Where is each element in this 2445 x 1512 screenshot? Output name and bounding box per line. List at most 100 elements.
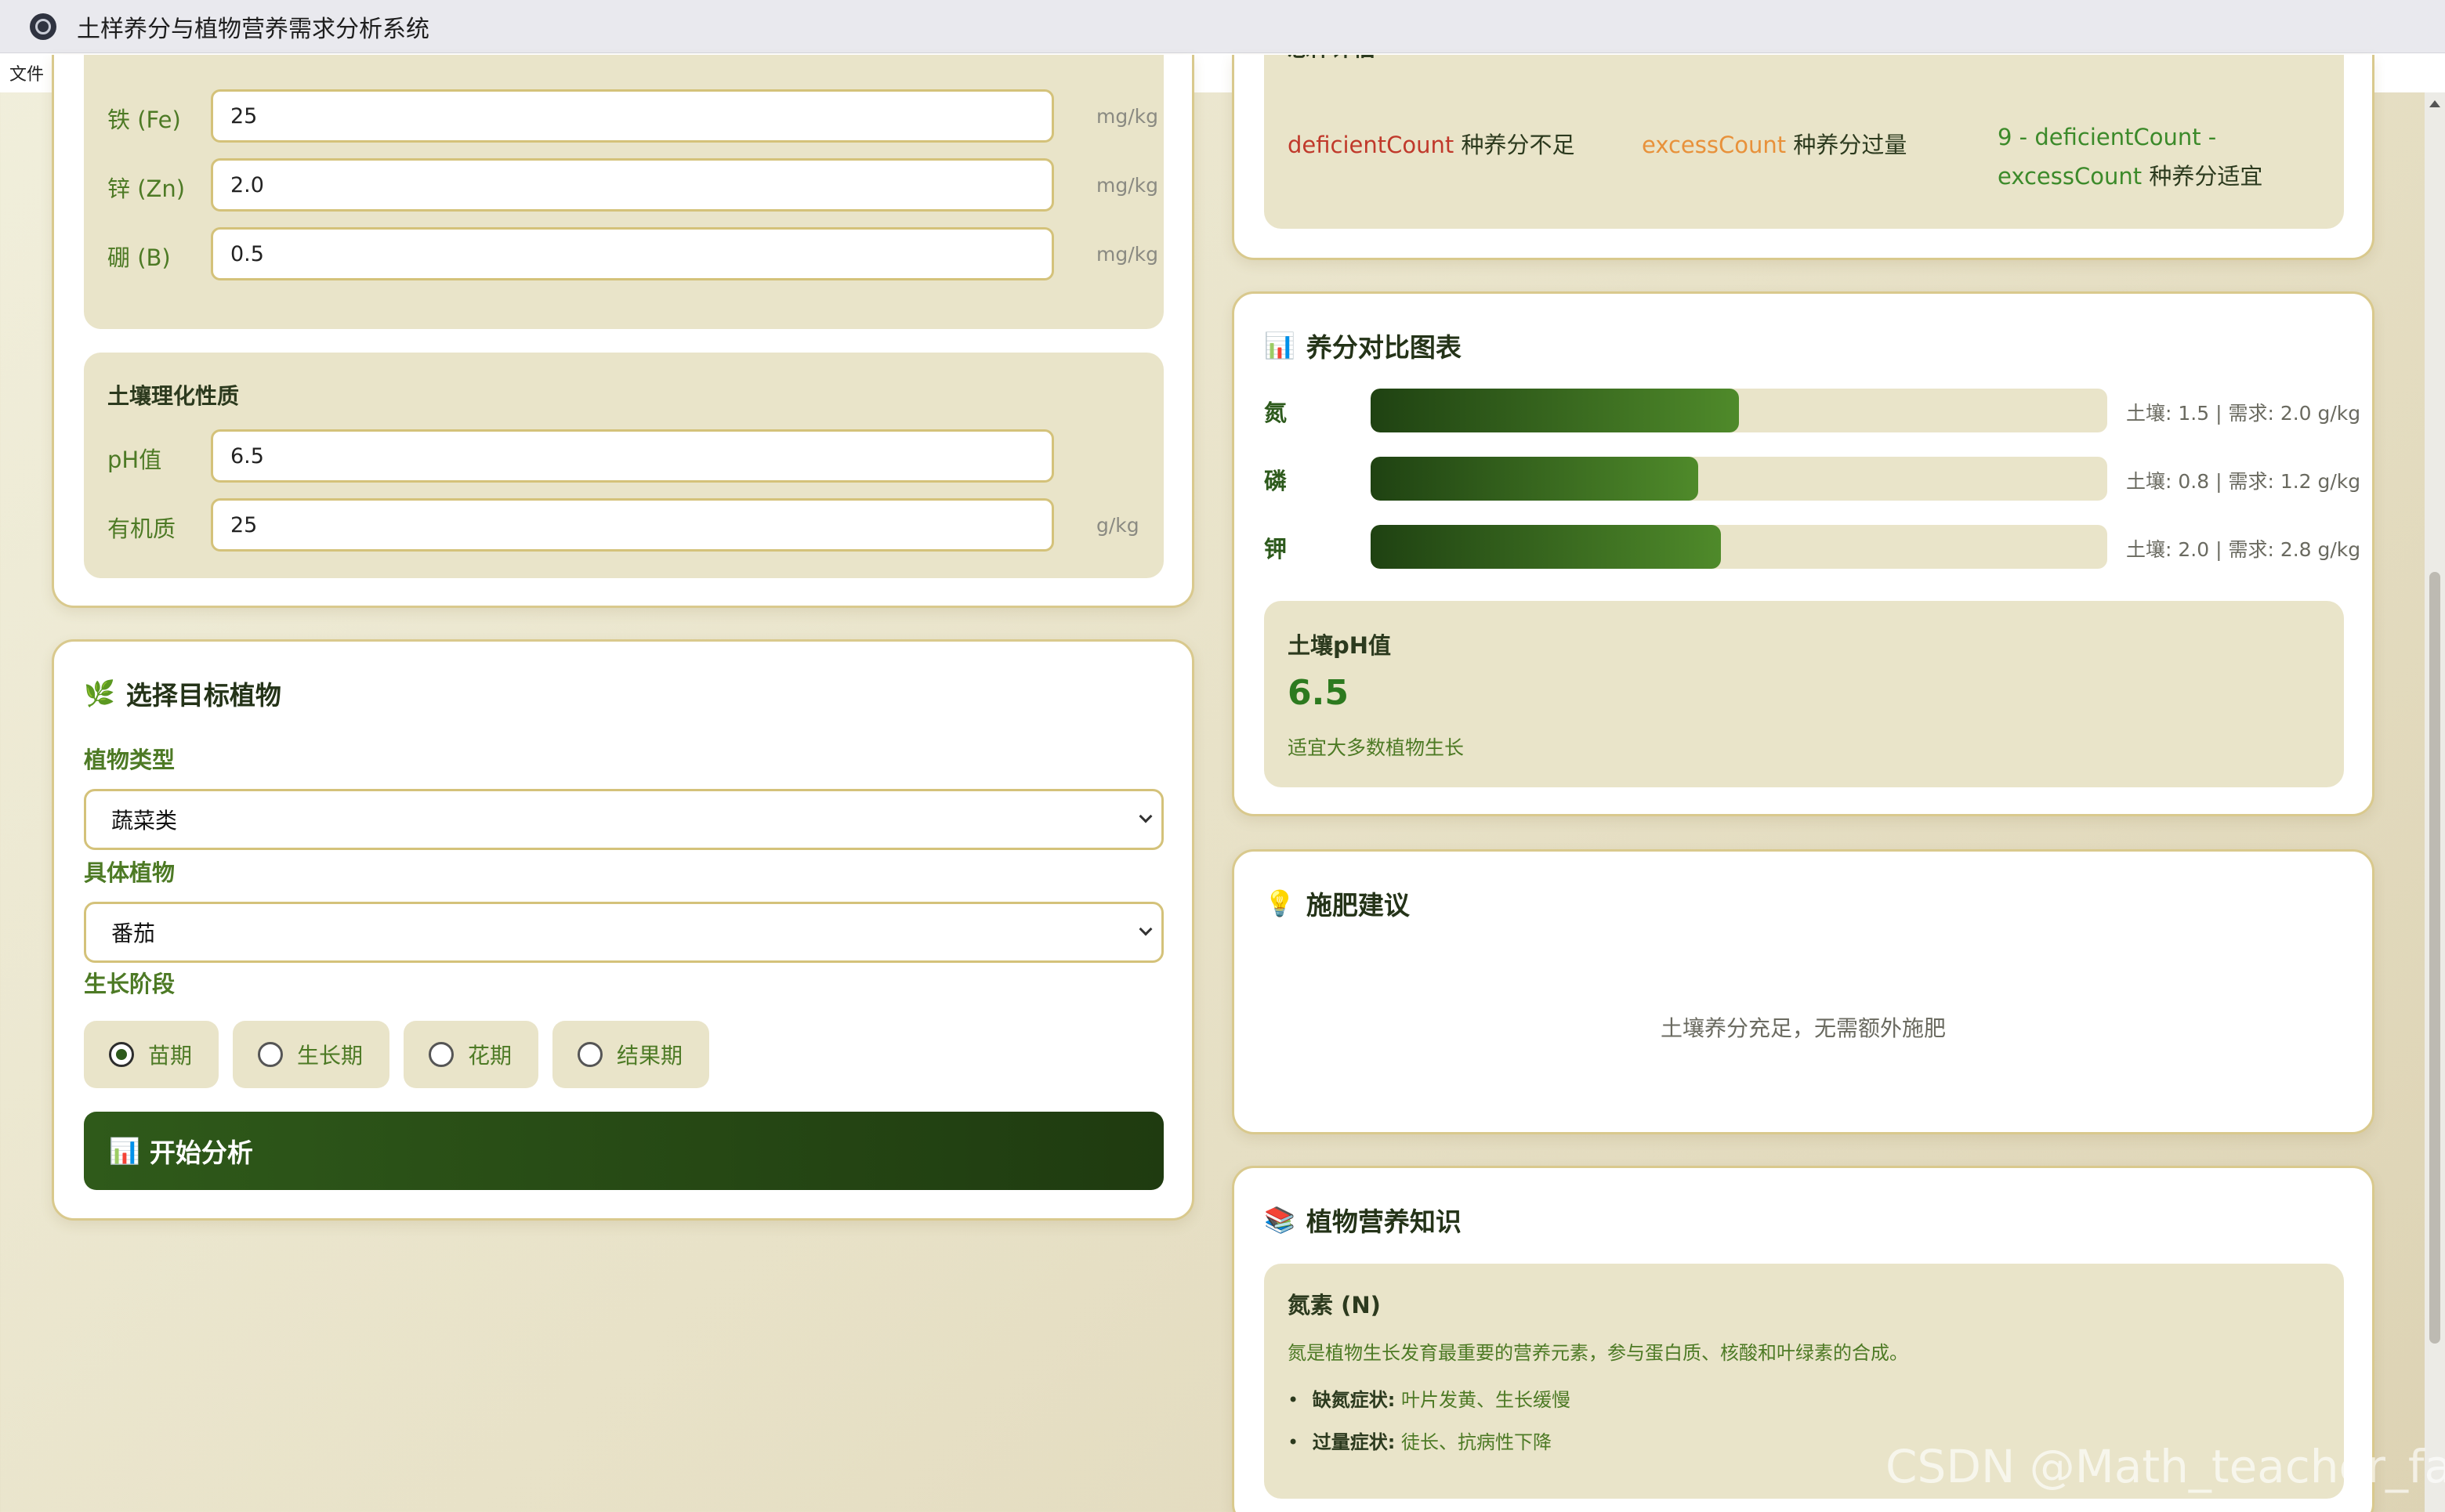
chart-title: 📊 养分对比图表 <box>1264 327 1462 364</box>
stage-option-label: 花期 <box>468 1043 513 1069</box>
stage-option-growth[interactable]: 生长期 <box>233 1021 389 1088</box>
plant-select-card: 🌿 选择目标植物 植物类型 蔬菜类 具体植物 番茄 生长阶段 苗期 生长期 花期… <box>52 639 1194 1221</box>
bullet-dot: • <box>1288 1431 1299 1453</box>
nutrient-bar-potassium: 钾 土壤: 2.0 | 需求: 2.8 g/kg <box>1264 525 2360 569</box>
zinc-input[interactable]: 2.0 <box>211 158 1054 212</box>
organic-matter-unit: g/kg <box>1096 514 1139 537</box>
chevron-down-icon <box>1139 922 1153 936</box>
bullet-dot: • <box>1288 1389 1299 1411</box>
organic-matter-label: 有机质 <box>107 515 176 542</box>
radio-unchecked[interactable] <box>578 1042 603 1067</box>
start-analysis-button[interactable]: 📊 开始分析 <box>84 1112 1164 1190</box>
suitable-text: 种养分适宜 <box>2149 163 2263 190</box>
boron-unit: mg/kg <box>1096 243 1158 266</box>
scroll-up-arrow-icon[interactable] <box>2429 100 2440 107</box>
bullet-value: 叶片发黄、生长缓慢 <box>1401 1389 1571 1411</box>
bar-label: 氮 <box>1264 400 1288 426</box>
menu-file[interactable]: 文件 <box>9 60 44 85</box>
knowledge-bullet: • 过量症状: 徒长、抗病性下降 <box>1288 1427 1552 1454</box>
excess-text: 种养分过量 <box>1793 132 1907 158</box>
plant-type-value: 蔬菜类 <box>111 808 178 834</box>
plant-type-label: 植物类型 <box>84 747 176 773</box>
nutrient-chart-card: 📊 养分对比图表 氮 土壤: 1.5 | 需求: 2.0 g/kg 磷 土壤: … <box>1232 291 2374 816</box>
suitable-line2: excessCount 种养分适宜 <box>1998 157 2262 196</box>
fertilizer-advice-card: 💡 施肥建议 土壤养分充足，无需额外施肥 <box>1232 849 2374 1134</box>
books-icon: 📚 <box>1264 1205 1295 1235</box>
deficient-count-code: deficientCount <box>1288 132 1454 158</box>
growth-stage-label: 生长阶段 <box>84 971 176 997</box>
iron-input[interactable]: 25 <box>211 89 1054 143</box>
ph-input[interactable]: 6.5 <box>211 429 1054 483</box>
bar-fill <box>1371 389 1739 432</box>
bar-value-text: 土壤: 0.8 | 需求: 1.2 g/kg <box>2126 470 2361 493</box>
iron-unit: mg/kg <box>1096 105 1158 128</box>
vertical-scrollbar[interactable] <box>2425 92 2445 1512</box>
bar-track <box>1371 457 2107 501</box>
soil-properties-panel: 土壤理化性质 pH值 6.5 有机质 25 g/kg <box>84 353 1164 578</box>
nutrient-bar-phosphorus: 磷 土壤: 0.8 | 需求: 1.2 g/kg <box>1264 457 2360 501</box>
bar-value-text: 土壤: 2.0 | 需求: 2.8 g/kg <box>2126 538 2361 561</box>
deficient-text: 种养分不足 <box>1461 132 1575 158</box>
chart-title-text: 养分对比图表 <box>1306 332 1462 363</box>
soil-input-card: 铁 (Fe) 25 mg/kg 锌 (Zn) 2.0 mg/kg 硼 (B) 0… <box>52 55 1194 608</box>
radio-unchecked[interactable] <box>258 1042 283 1067</box>
ph-panel: 土壤pH值 6.5 适宜大多数植物生长 <box>1264 601 2344 787</box>
stage-option-seedling[interactable]: 苗期 <box>84 1021 219 1088</box>
bullet-key: 缺氮症状: <box>1312 1389 1396 1411</box>
bullet-value: 徒长、抗病性下降 <box>1401 1431 1552 1453</box>
plant-select[interactable]: 番茄 <box>84 902 1164 963</box>
stage-option-flowering[interactable]: 花期 <box>404 1021 538 1088</box>
advice-text: 土壤养分充足，无需额外施肥 <box>1660 1015 1946 1041</box>
zinc-unit: mg/kg <box>1096 174 1158 197</box>
bar-track <box>1371 525 2107 569</box>
summary-partial-title: 总体评估 <box>1288 55 1375 63</box>
excess-count-code: excessCount <box>1642 132 1787 158</box>
app-logo-icon <box>30 13 56 40</box>
window-title: 土样养分与植物营养需求分析系统 <box>77 15 429 43</box>
summary-panel: 总体评估 deficientCount 种养分不足 excessCount 种养… <box>1264 55 2344 229</box>
iron-label: 铁 (Fe) <box>107 107 181 133</box>
chevron-down-icon <box>1139 809 1153 823</box>
plant-value: 番茄 <box>111 921 156 946</box>
watermark: CSDN @Math_teacher_fan <box>1885 1440 2445 1493</box>
advice-title: 💡 施肥建议 <box>1264 884 1410 922</box>
plant-label: 具体植物 <box>84 859 176 886</box>
radio-unchecked[interactable] <box>429 1042 454 1067</box>
scrollbar-thumb[interactable] <box>2429 572 2440 1344</box>
summary-excess: excessCount 种养分过量 <box>1642 127 1907 160</box>
boron-input[interactable]: 0.5 <box>211 227 1054 280</box>
suitable-code-line2: excessCount <box>1998 163 2143 190</box>
bar-value-text: 土壤: 1.5 | 需求: 2.0 g/kg <box>2126 402 2361 425</box>
plant-type-select[interactable]: 蔬菜类 <box>84 789 1164 850</box>
stage-option-label: 苗期 <box>148 1043 193 1069</box>
seedling-icon: 🌿 <box>84 678 115 708</box>
bar-fill <box>1371 457 1699 501</box>
plant-select-title-text: 选择目标植物 <box>125 680 281 711</box>
bar-track <box>1371 389 2107 432</box>
stage-option-fruiting[interactable]: 结果期 <box>552 1021 709 1088</box>
knowledge-bullet: • 缺氮症状: 叶片发黄、生长缓慢 <box>1288 1384 1570 1412</box>
title-bar: 土样养分与植物营养需求分析系统 <box>0 0 2445 53</box>
knowledge-title-text: 植物营养知识 <box>1306 1206 1462 1237</box>
bar-chart-icon: 📊 <box>109 1136 140 1166</box>
organic-matter-input[interactable]: 25 <box>211 498 1054 552</box>
ph-value: 6.5 <box>1288 673 1349 713</box>
ph-note: 适宜大多数植物生长 <box>1288 736 1465 759</box>
plant-select-title: 🌿 选择目标植物 <box>84 675 281 712</box>
summary-deficient: deficientCount 种养分不足 <box>1288 127 1574 160</box>
stage-option-label: 生长期 <box>297 1043 364 1069</box>
ph-label: pH值 <box>107 447 162 473</box>
bar-fill <box>1371 525 1721 569</box>
bar-chart-icon: 📊 <box>1264 331 1295 360</box>
start-analysis-label: 开始分析 <box>149 1138 253 1168</box>
soil-properties-heading: 土壤理化性质 <box>107 383 240 409</box>
knowledge-item-title: 氮素 (N) <box>1288 1292 1381 1318</box>
zinc-label: 锌 (Zn) <box>107 175 186 202</box>
bullet-key: 过量症状: <box>1312 1431 1396 1453</box>
radio-checked[interactable] <box>109 1042 134 1067</box>
bar-label: 钾 <box>1264 536 1288 562</box>
ph-panel-title: 土壤pH值 <box>1288 632 1392 659</box>
lightbulb-icon: 💡 <box>1264 888 1295 918</box>
growth-stage-group: 苗期 生长期 花期 结果期 <box>84 1021 1164 1088</box>
stage-option-label: 结果期 <box>617 1043 683 1069</box>
